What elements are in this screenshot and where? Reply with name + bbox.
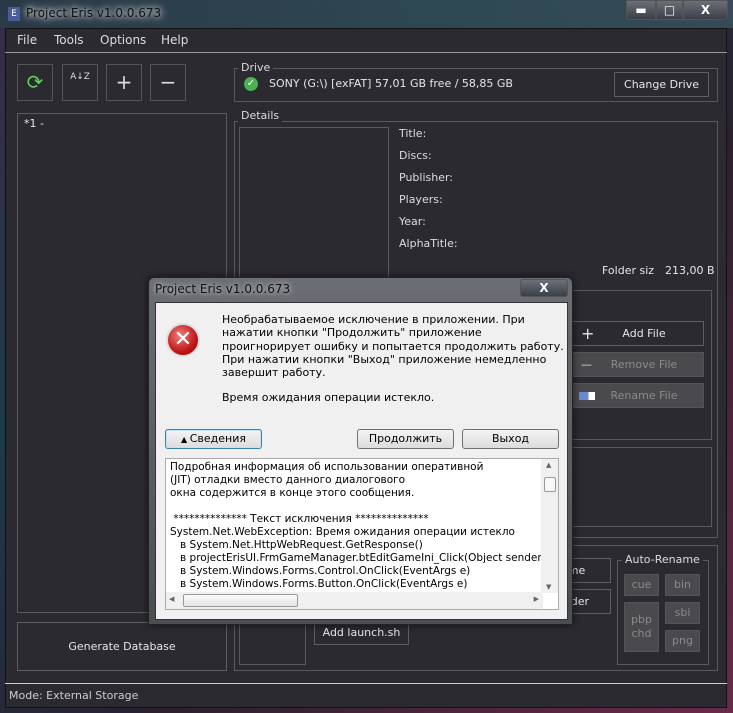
auto-rename-cue-button[interactable]: cue — [624, 574, 659, 596]
menu-tools[interactable]: Tools — [54, 33, 84, 47]
refresh-button[interactable]: ⟳ — [17, 64, 53, 101]
app-icon: E — [8, 7, 20, 21]
menu-help[interactable]: Help — [161, 33, 188, 47]
add-game-button[interactable]: + — [106, 64, 142, 101]
error-summary: Время ожидания операции истекло. — [222, 391, 435, 405]
close-button[interactable]: X — [683, 0, 728, 20]
info-panel — [560, 447, 712, 527]
horizontal-scrollbar[interactable]: ◀ ▶ — [166, 592, 543, 609]
auto-rename-label: Auto-Rename — [622, 553, 703, 566]
menu-separator — [5, 52, 727, 53]
rename-icon — [579, 392, 595, 400]
auto-rename-pbp-chd-button[interactable]: pbp chd — [624, 602, 659, 652]
status-separator — [5, 683, 727, 684]
remove-game-button[interactable]: − — [150, 64, 186, 101]
details-line: в System.Net.HttpWebRequest.GetResponse(… — [170, 539, 423, 551]
refresh-icon: ⟳ — [26, 70, 44, 94]
dialog-body: ✕ Необрабатываемое исключение в приложен… — [155, 302, 568, 620]
remove-file-button[interactable]: — Remove File — [572, 352, 704, 377]
alphatitle-field-label: AlphaTitle: — [399, 237, 458, 250]
title-bar: E Project Eris v1.0.0.673 ▬ □ X — [0, 0, 733, 28]
details-line: ************** Текст исключения ********… — [170, 513, 429, 525]
scroll-left-icon[interactable]: ◀ — [169, 595, 174, 603]
drive-info: SONY (G:\) [exFAT] 57,01 GB free / 58,85… — [269, 77, 513, 90]
exception-details-textbox[interactable]: Подробная информация об использовании оп… — [165, 458, 559, 610]
continue-button[interactable]: Продолжить — [357, 429, 454, 449]
folder-size-label: Folder siz — [602, 264, 655, 277]
exit-button[interactable]: Выход — [462, 429, 559, 449]
auto-rename-sbi-button[interactable]: sbi — [665, 602, 700, 624]
folder-size-value: 213,00 B — [665, 264, 715, 277]
collapse-arrow-icon: ▲ — [181, 435, 190, 444]
sort-az-icon: A↓Z — [70, 72, 90, 82]
players-field-label: Players: — [399, 193, 443, 206]
error-icon: ✕ — [166, 323, 200, 357]
auto-rename-png-button[interactable]: png — [665, 630, 700, 652]
window-title: Project Eris v1.0.0.673 — [26, 6, 162, 20]
details-line: (JIT) отладки вместо данного диалогового — [170, 474, 406, 486]
details-toggle-button[interactable]: ▲ Сведения — [165, 429, 262, 449]
title-field-label: Title: — [399, 127, 427, 140]
year-field-label: Year: — [399, 215, 426, 228]
drive-ok-icon: ✓ — [244, 77, 258, 91]
discs-field-label: Discs: — [399, 149, 432, 162]
details-line: окна содержится в конце этого сообщения. — [170, 487, 415, 499]
sort-button[interactable]: A↓Z — [62, 64, 98, 101]
rename-file-button[interactable]: Rename File — [572, 383, 704, 408]
scroll-down-icon[interactable]: ▼ — [546, 583, 551, 591]
minus-icon: − — [159, 70, 177, 94]
drive-label: Drive — [238, 61, 274, 74]
plus-icon: + — [115, 70, 133, 94]
publisher-field-label: Publisher: — [399, 171, 454, 184]
status-bar: Mode: External Storage — [9, 689, 139, 702]
minus-icon: — — [581, 358, 592, 371]
details-line: Подробная информация об использовании оп… — [170, 461, 484, 473]
error-message: Необрабатываемое исключение в приложении… — [222, 313, 564, 405]
scroll-right-icon[interactable]: ▶ — [534, 595, 539, 603]
dialog-title: Project Eris v1.0.0.673 — [155, 282, 291, 296]
details-line-blank — [170, 500, 542, 513]
details-line: в projectErisUI.FrmGameManager.btEditGam… — [180, 552, 558, 564]
vertical-scroll-thumb[interactable] — [544, 477, 556, 492]
add-file-button[interactable]: + Add File — [572, 321, 704, 346]
generate-database-button[interactable]: Generate Database — [17, 622, 227, 671]
details-label: Details — [238, 109, 283, 122]
details-line: System.Net.WebException: Время ожидания … — [170, 526, 515, 538]
auto-rename-bin-button[interactable]: bin — [665, 574, 700, 596]
error-dialog: Project Eris v1.0.0.673 X ✕ Необрабатыва… — [148, 277, 573, 625]
dialog-close-button[interactable]: X — [520, 279, 568, 297]
game-list-item[interactable]: *1 - — [18, 114, 226, 133]
horizontal-scroll-thumb[interactable] — [183, 594, 298, 607]
minimize-button[interactable]: ▬ — [626, 0, 656, 20]
menu-options[interactable]: Options — [100, 33, 146, 47]
scroll-up-icon[interactable]: ▲ — [546, 461, 551, 469]
change-drive-button[interactable]: Change Drive — [614, 72, 709, 97]
plus-icon: + — [581, 324, 595, 343]
maximize-button[interactable]: □ — [656, 0, 683, 20]
details-line: в System.Windows.Forms.Button.OnClick(Ev… — [170, 578, 468, 590]
details-line: в System.Windows.Forms.Control.OnClick(E… — [170, 565, 471, 577]
menu-file[interactable]: File — [17, 33, 37, 47]
vertical-scrollbar[interactable]: ▲ ▼ — [541, 459, 558, 593]
